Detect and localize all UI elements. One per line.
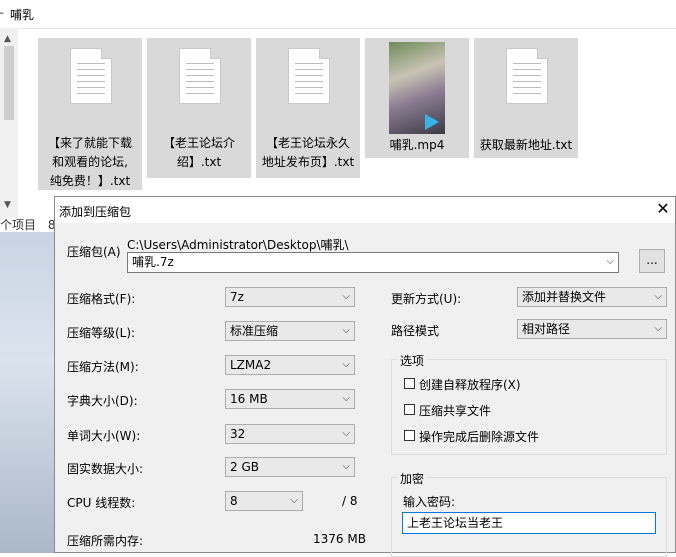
cpu-threads-value: 8 <box>230 494 238 508</box>
file-item[interactable]: 【来了就能下载 和观看的论坛, 纯免费！】.txt <box>38 38 142 190</box>
word-size-value: 32 <box>230 427 246 441</box>
add-to-archive-dialog: 添加到压缩包 ✕ 压缩包(A) C:\Users\Administrator\D… <box>54 196 676 557</box>
text-file-icon <box>179 48 221 104</box>
file-name-line: 纯免费！】.txt <box>49 174 131 188</box>
chevron-down-icon: ⌵ <box>342 428 350 439</box>
file-item[interactable]: 【老王论坛永久 地址发布页】.txt <box>256 38 360 178</box>
background-photo <box>0 232 56 553</box>
delete-after-checkbox[interactable] <box>404 430 415 441</box>
video-play-icon <box>425 114 439 130</box>
close-icon[interactable]: ✕ <box>653 199 673 219</box>
level-combo[interactable]: 标准压缩 ⌵ <box>225 321 355 341</box>
archive-path: C:\Users\Administrator\Desktop\哺乳\ <box>127 238 349 252</box>
format-value: 7z <box>230 290 244 304</box>
solid-block-label: 固实数据大小: <box>67 462 144 476</box>
cpu-threads-combo[interactable]: 8 ⌵ <box>225 491 303 511</box>
dialog-title: 添加到压缩包 <box>59 205 132 219</box>
chevron-down-icon: ⌵ <box>342 291 350 302</box>
text-file-icon <box>506 48 548 104</box>
chevron-down-icon: ⌵ <box>290 495 298 506</box>
file-name-line: 地址发布页】.txt <box>261 155 355 169</box>
memory-value: 1376 MB <box>313 532 366 546</box>
dictionary-value: 16 MB <box>230 392 268 406</box>
file-item[interactable]: 【老王论坛介 绍】.txt <box>147 38 251 178</box>
solid-block-value: 2 GB <box>230 460 259 474</box>
dialog-titlebar: 添加到压缩包 ✕ <box>55 197 675 223</box>
file-name-line: 【老王论坛介 <box>162 136 235 150</box>
format-combo[interactable]: 7z ⌵ <box>225 287 355 307</box>
encryption-group-title: 加密 <box>397 470 428 487</box>
update-mode-label: 更新方式(U): <box>391 292 462 306</box>
sfx-checkbox[interactable] <box>404 378 415 389</box>
dictionary-label: 字典大小(D): <box>67 394 138 408</box>
cpu-threads-label: CPU 线程数: <box>67 496 136 510</box>
archive-name-combo[interactable]: 哺乳.7z ⌵ <box>127 252 619 273</box>
archive-name-value: 哺乳.7z <box>132 255 174 269</box>
explorer-folder-title: 哺乳 <box>10 8 35 22</box>
level-label: 压缩等级(L): <box>67 326 136 340</box>
chevron-down-icon: ⌵ <box>342 359 350 370</box>
delete-after-label: 操作完成后删除源文件 <box>419 430 540 444</box>
back-arrow-icon[interactable]: ← <box>0 6 4 20</box>
file-item[interactable]: 获取最新地址.txt <box>474 38 578 158</box>
word-size-combo[interactable]: 32 ⌵ <box>225 424 355 444</box>
archive-label: 压缩包(A) <box>67 245 121 259</box>
scroll-thumb[interactable] <box>4 46 14 120</box>
text-file-icon <box>70 48 112 104</box>
path-mode-value: 相对路径 <box>522 322 571 336</box>
file-name-line: 获取最新地址.txt <box>479 138 573 152</box>
memory-label: 压缩所需内存: <box>67 534 144 548</box>
explorer-scrollbar[interactable]: ▲ ▼ <box>0 28 18 218</box>
sfx-label: 创建自释放程序(X) <box>419 378 521 392</box>
chevron-down-icon: ⌵ <box>606 256 614 267</box>
chevron-down-icon: ⌵ <box>654 323 662 334</box>
file-name-line: 【老王论坛永久 <box>265 136 350 150</box>
explorer-address-bar: ← 哺乳 <box>0 0 676 29</box>
file-name-line: 【来了就能下载 <box>47 136 132 150</box>
shared-files-label: 压缩共享文件 <box>419 404 492 418</box>
shared-files-checkbox[interactable] <box>404 404 415 415</box>
level-value: 标准压缩 <box>230 324 279 338</box>
chevron-down-icon: ⌵ <box>654 291 662 302</box>
text-file-icon <box>288 48 330 104</box>
password-label: 输入密码: <box>403 495 456 509</box>
file-name-line: 和观看的论坛, <box>52 155 128 169</box>
scroll-down-icon[interactable]: ▼ <box>4 200 11 210</box>
dictionary-combo[interactable]: 16 MB ⌵ <box>225 389 355 409</box>
options-group-title: 选项 <box>397 352 428 369</box>
word-size-label: 单词大小(W): <box>67 429 141 443</box>
password-input[interactable]: 上老王论坛当老王 <box>402 512 656 534</box>
update-mode-value: 添加并替换文件 <box>522 290 607 304</box>
update-mode-combo[interactable]: 添加并替换文件 ⌵ <box>517 287 667 307</box>
cpu-threads-total: / 8 <box>342 494 358 508</box>
path-mode-label: 路径模式 <box>391 324 440 338</box>
path-mode-combo[interactable]: 相对路径 ⌵ <box>517 319 667 339</box>
file-name-line: 哺乳.mp4 <box>389 138 445 152</box>
method-label: 压缩方法(M): <box>67 360 139 374</box>
chevron-down-icon: ⌵ <box>342 461 350 472</box>
chevron-down-icon: ⌵ <box>342 325 350 336</box>
status-items-label: 个项目 <box>0 218 37 232</box>
method-value: LZMA2 <box>230 358 272 372</box>
scroll-up-icon[interactable]: ▲ <box>4 34 11 44</box>
method-combo[interactable]: LZMA2 ⌵ <box>225 355 355 375</box>
chevron-down-icon: ⌵ <box>342 393 350 404</box>
format-label: 压缩格式(F): <box>67 292 136 306</box>
solid-block-combo[interactable]: 2 GB ⌵ <box>225 457 355 477</box>
browse-button[interactable]: ... <box>639 249 665 273</box>
file-item[interactable]: 哺乳.mp4 <box>365 38 469 158</box>
file-name-line: 绍】.txt <box>176 155 222 169</box>
